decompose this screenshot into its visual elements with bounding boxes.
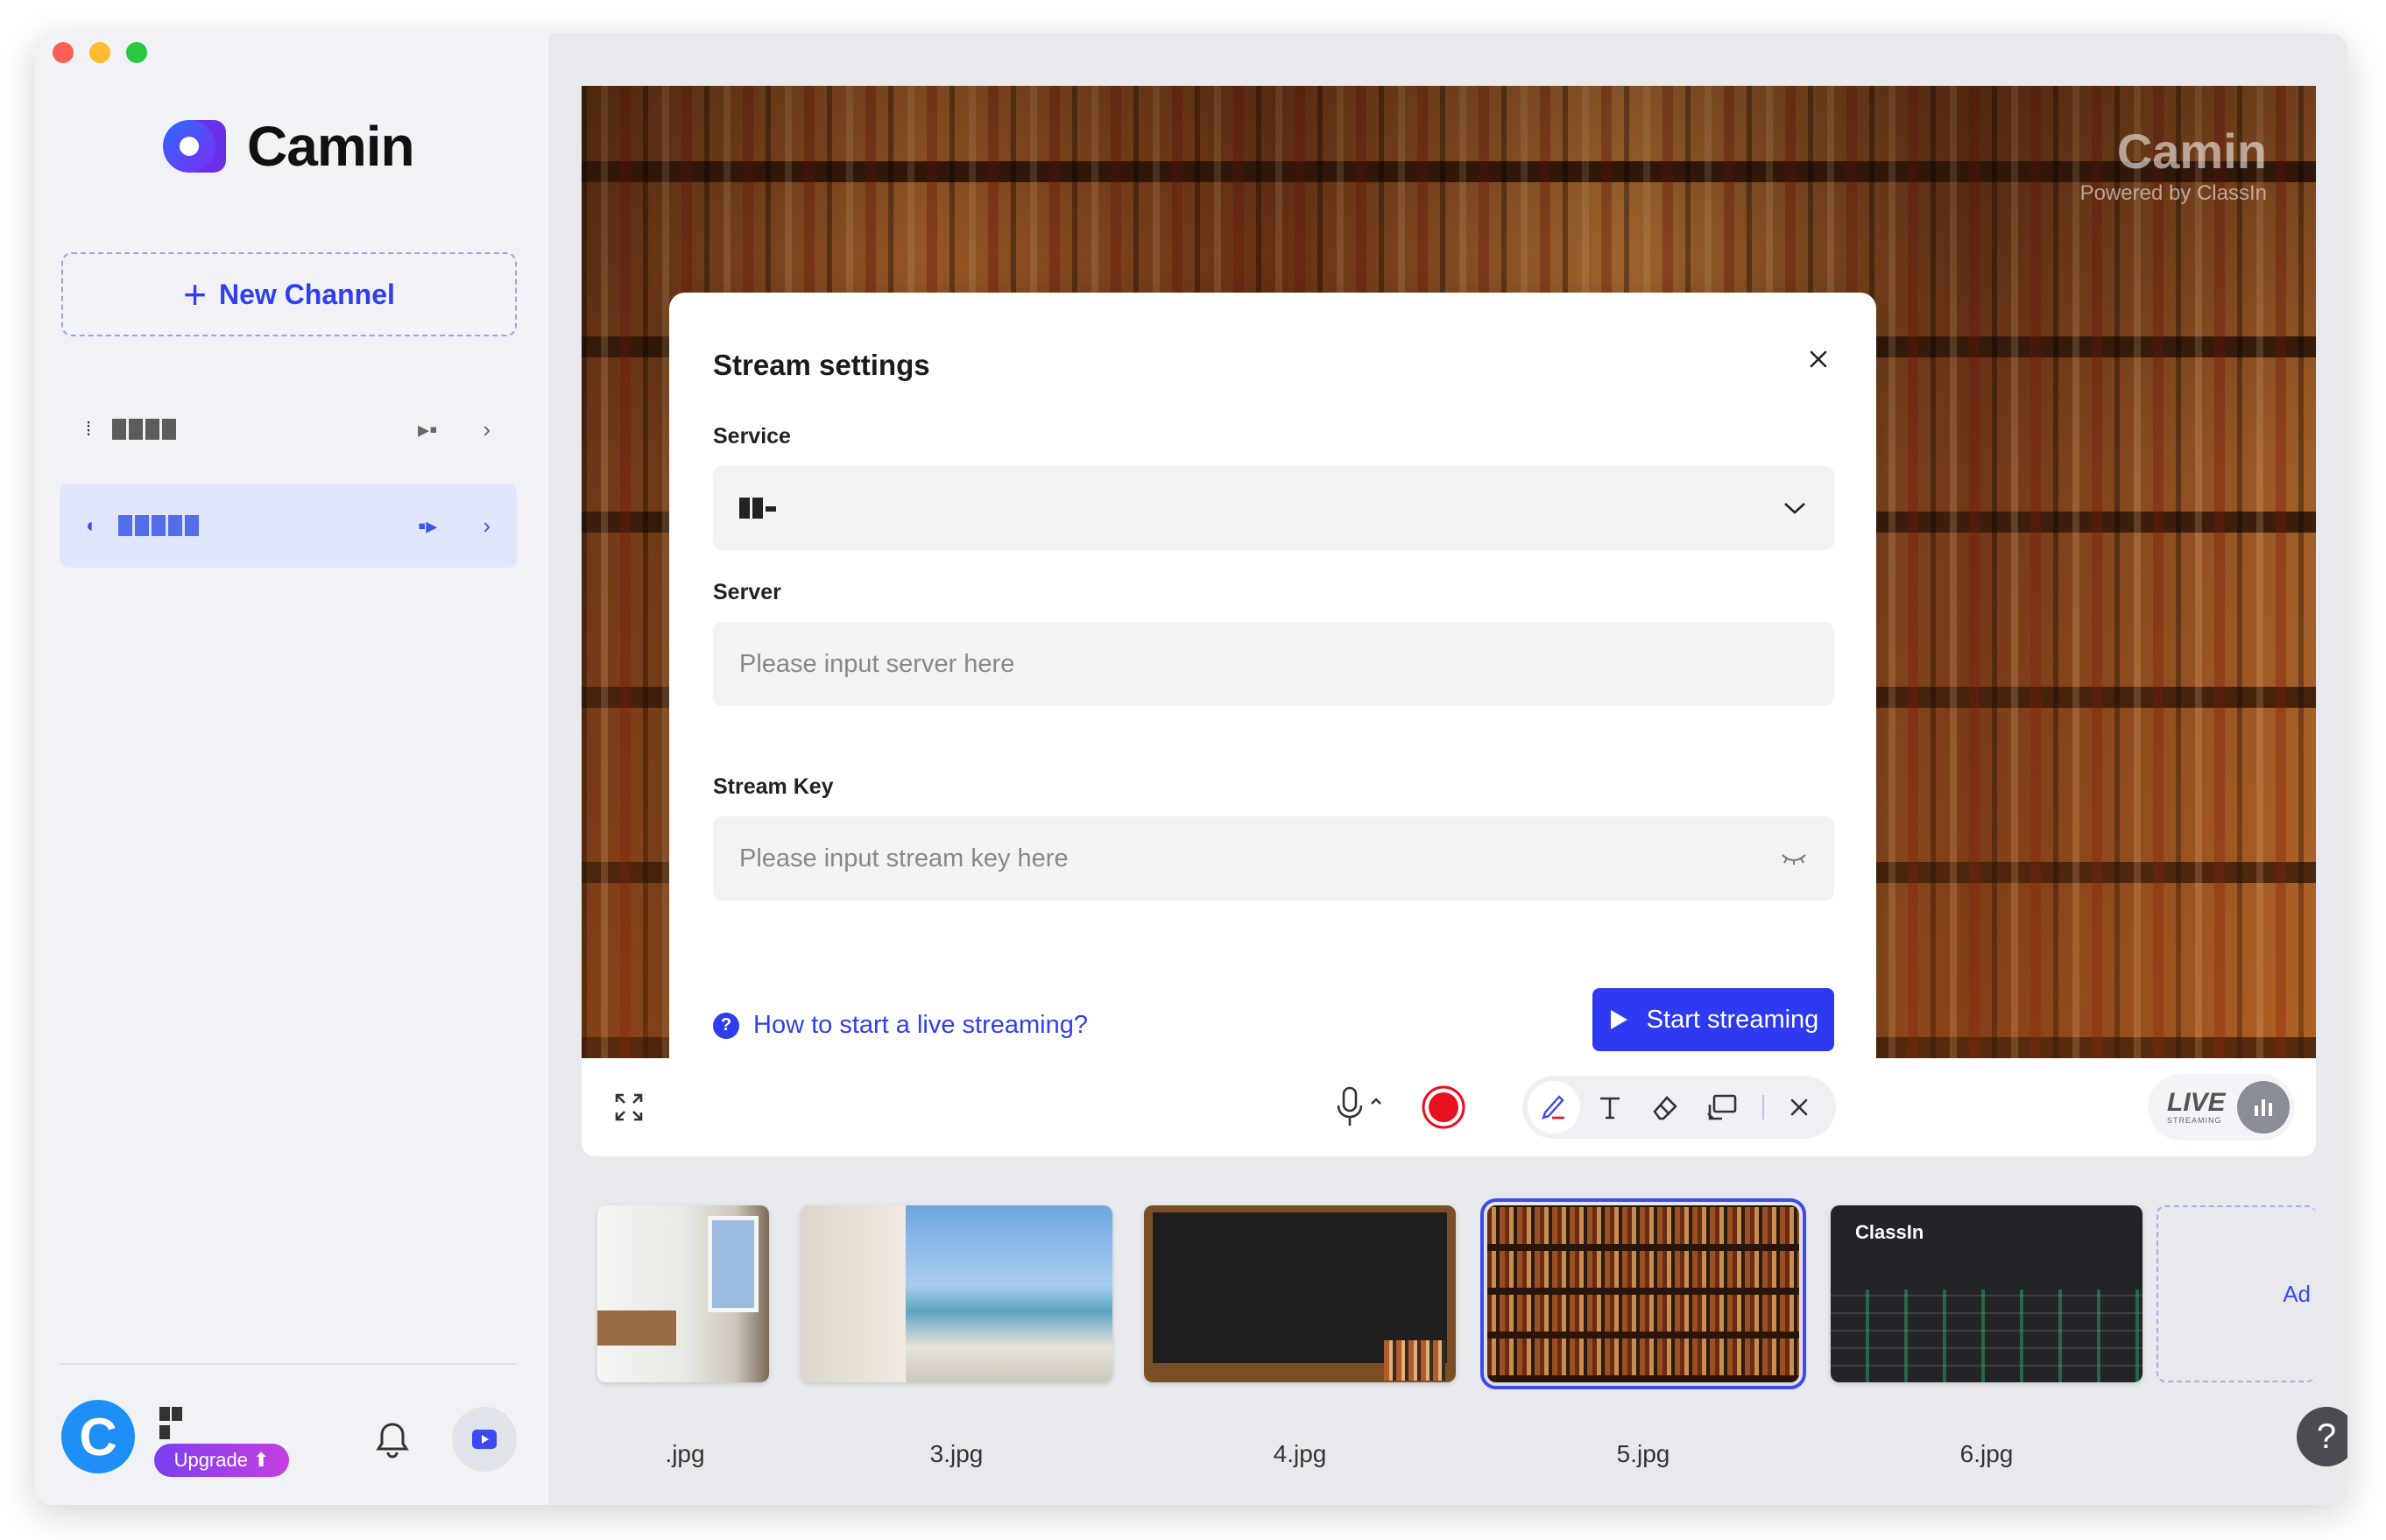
sidebar: Camin + New Channel ⁞ ▸▪ › ◐ ▪▸ › C Upgr…	[35, 33, 550, 1505]
add-background-button[interactable]: Ad	[2157, 1205, 2316, 1382]
pen-tool-icon[interactable]	[1528, 1081, 1580, 1134]
channel-name-redacted	[112, 419, 177, 440]
thumbnail-6[interactable]: ClassIn	[1831, 1205, 2142, 1382]
channel-icon: ⁞	[86, 418, 92, 440]
eraser-icon[interactable]	[1648, 1090, 1684, 1125]
play-icon	[1610, 1010, 1627, 1029]
how-to-stream-link[interactable]: ? How to start a live streaming?	[713, 1011, 1088, 1040]
up-arrow-icon: ⬆	[252, 1449, 270, 1471]
divider	[60, 1363, 517, 1365]
thumbnail-label-6: 6.jpg	[1959, 1440, 2014, 1467]
channel-status-icon: ▸▪	[418, 415, 438, 442]
close-icon[interactable]	[1803, 343, 1834, 375]
service-label: Service	[713, 424, 791, 449]
zoom-window-button[interactable]	[126, 42, 147, 63]
brand-name: Camin	[247, 115, 415, 178]
user-name-redacted	[159, 1407, 194, 1439]
bar-chart-icon	[2237, 1081, 2290, 1134]
stage-toolbar: LIVE STREAMING	[582, 1058, 2316, 1156]
close-tools-icon[interactable]	[1782, 1090, 1817, 1125]
stream-key-label: Stream Key	[713, 774, 834, 799]
fullscreen-icon[interactable]	[611, 1090, 646, 1125]
new-channel-label: New Channel	[218, 278, 395, 310]
channel-icon: ◐	[86, 514, 98, 536]
chevron-right-icon: ›	[483, 415, 491, 442]
thumbnail-label-5: 5.jpg	[1616, 1440, 1670, 1467]
plus-icon: +	[183, 272, 207, 317]
close-window-button[interactable]	[53, 42, 74, 63]
thumbnail-3[interactable]	[801, 1205, 1112, 1382]
play-box-icon	[472, 1430, 497, 1449]
start-streaming-button[interactable]: Start streaming	[1592, 988, 1834, 1051]
video-button[interactable]	[452, 1407, 517, 1472]
thumbnail-label-2: .jpg	[665, 1440, 705, 1467]
channel-name-redacted	[118, 515, 200, 536]
minimize-window-button[interactable]	[89, 42, 110, 63]
app-window: Camin + New Channel ⁞ ▸▪ › ◐ ▪▸ › C Upgr…	[35, 33, 2347, 1505]
screen-select-icon[interactable]	[1705, 1090, 1740, 1125]
camin-logo-icon	[159, 117, 229, 176]
stage-preview: Camin Powered by ClassIn Stream settings…	[582, 86, 2316, 1058]
chevron-right-icon: ›	[483, 512, 491, 539]
new-channel-button[interactable]: + New Channel	[61, 252, 517, 336]
traffic-lights	[53, 42, 147, 63]
record-button[interactable]	[1421, 1084, 1466, 1130]
question-icon: ?	[713, 1012, 739, 1039]
channel-status-icon: ▪▸	[418, 512, 438, 539]
background-gallery: .jpg 3.jpg 4.jpg 5.jpg ClassIn 6.jpg Ad	[582, 1198, 2316, 1486]
thumbnail-2[interactable]	[597, 1205, 769, 1382]
channel-item-2[interactable]: ◐ ▪▸ ›	[60, 484, 517, 568]
server-input[interactable]: Please input server here	[713, 622, 1834, 706]
annotation-tools	[1522, 1076, 1836, 1139]
live-streaming-button[interactable]: LIVE STREAMING	[2148, 1074, 2295, 1141]
bell-icon[interactable]	[375, 1421, 410, 1459]
text-tool-icon[interactable]	[1592, 1090, 1627, 1125]
stream-key-input[interactable]: Please input stream key here	[713, 816, 1834, 901]
thumbnail-5[interactable]	[1480, 1198, 1806, 1389]
chevron-down-icon	[1782, 499, 1808, 517]
channel-item-1[interactable]: ⁞ ▸▪ ›	[60, 387, 517, 471]
stream-settings-dialog: Stream settings Service Server Please in…	[669, 293, 1876, 1058]
microphone-icon[interactable]	[1331, 1083, 1393, 1132]
avatar[interactable]: C	[61, 1400, 135, 1473]
thumbnail-label-3: 3.jpg	[929, 1440, 984, 1467]
watermark: Camin Powered by ClassIn	[2079, 124, 2267, 205]
dialog-title: Stream settings	[713, 349, 930, 381]
upgrade-button[interactable]: Upgrade ⬆	[154, 1444, 289, 1477]
brand: Camin	[159, 114, 415, 179]
service-value-redacted	[739, 498, 776, 519]
main-area: Camin Powered by ClassIn Stream settings…	[550, 33, 2347, 1505]
eye-closed-icon[interactable]	[1780, 850, 1808, 867]
service-select[interactable]	[713, 466, 1834, 550]
thumbnail-label-4: 4.jpg	[1273, 1440, 1327, 1467]
thumbnail-4[interactable]	[1144, 1205, 1456, 1382]
server-label: Server	[713, 580, 781, 604]
divider	[1762, 1095, 1764, 1120]
